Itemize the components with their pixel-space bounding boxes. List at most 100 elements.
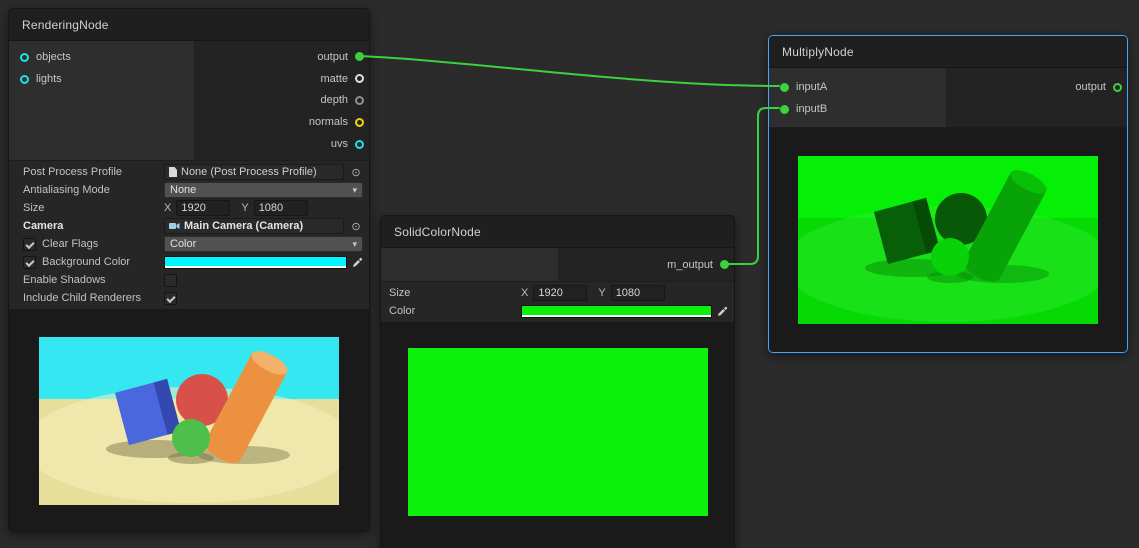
port-lights[interactable] [20,75,29,84]
prop-color: Color [381,302,734,320]
port-row-matte: matte [194,68,369,90]
output-ports-panel: output matte depth normals uvs [194,41,369,160]
port-row-depth: depth [194,90,369,112]
prop-include-child-renderers: Include Child Renderers [9,289,369,307]
render-preview-image [39,337,339,505]
port-label: depth [320,94,348,106]
port-row-output: output [194,46,369,68]
rendering-node[interactable]: RenderingNode objects lights output [8,8,370,532]
rendering-node-properties: Post Process Profile None (Post Process … [9,161,369,309]
port-row-uvs: uvs [194,133,369,155]
object-picker-icon[interactable]: ⊙ [349,220,363,233]
enable-shadows-checkbox[interactable] [164,274,177,287]
green-sphere [172,419,210,457]
size-y-input[interactable] [611,285,665,301]
multiply-node-header[interactable]: MultiplyNode [769,36,1127,68]
port-depth[interactable] [355,96,364,105]
post-process-profile-field[interactable]: None (Post Process Profile) [164,164,344,180]
solid-color-node-title: SolidColorNode [394,225,481,239]
multiply-scene [798,156,1098,324]
multiply-node-preview [769,128,1127,352]
x-axis-label: X [521,287,528,299]
prop-camera: Camera Main Camera (Camera) ⊙ [9,217,369,235]
rendering-node-title: RenderingNode [22,18,109,32]
chevron-down-icon: ▾ [352,239,357,250]
port-output[interactable] [1113,83,1122,92]
input-ports-panel [381,248,558,281]
clear-flags-dropdown[interactable]: Color ▾ [164,236,363,252]
port-matte[interactable] [355,74,364,83]
port-inputA[interactable] [780,83,789,92]
y-axis-label: Y [241,202,248,214]
solid-color-preview-image [408,348,708,516]
port-label: inputB [796,103,827,115]
port-row-lights: lights [9,68,194,90]
prop-post-process-profile: Post Process Profile None (Post Process … [9,163,369,181]
port-inputB[interactable] [780,105,789,114]
alpha-bar [522,315,711,317]
background-color-swatch[interactable] [164,256,347,269]
include-child-renderers-checkbox[interactable] [164,292,177,305]
port-normals[interactable] [355,118,364,127]
background-color-checkbox[interactable] [23,256,36,269]
input-ports-panel: inputA inputB [769,68,946,127]
edge-rendering-output-to-multiply-inputA[interactable] [361,56,780,86]
port-uvs[interactable] [355,140,364,149]
solid-color-node-header[interactable]: SolidColorNode [381,216,734,248]
camera-icon [169,222,180,230]
prop-antialiasing-mode: Antialiasing Mode None ▾ [9,181,369,199]
port-label: normals [309,116,348,128]
multiply-node-ports: inputA inputB output [769,68,1127,128]
prop-clear-flags: Clear Flags Color ▾ [9,235,369,253]
port-label: lights [36,73,62,85]
port-row-objects: objects [9,46,194,68]
multiply-preview-image [798,156,1098,324]
x-axis-label: X [164,202,171,214]
prop-background-color: Background Color [9,253,369,271]
document-icon [169,167,177,177]
chevron-down-icon: ▾ [352,185,357,196]
rendering-node-preview [9,309,369,531]
object-picker-icon[interactable]: ⊙ [349,166,363,179]
port-row-inputB: inputB [769,98,946,120]
camera-field[interactable]: Main Camera (Camera) [164,218,344,234]
eyedropper-icon[interactable] [352,257,363,268]
clear-flags-checkbox[interactable] [23,238,36,251]
multiply-node-title: MultiplyNode [782,45,854,59]
size-x-input[interactable] [533,285,587,301]
port-row-output: output [946,76,1127,98]
port-row-normals: normals [194,111,369,133]
eyedropper-icon[interactable] [717,306,728,317]
port-objects[interactable] [20,53,29,62]
input-ports-panel: objects lights [9,41,194,160]
port-label: uvs [331,138,348,150]
color-swatch[interactable] [521,305,712,318]
port-row-inputA: inputA [769,76,946,98]
solid-color-node-preview [381,322,734,548]
solid-color-node-properties: Size X Y Color [381,282,734,322]
port-label: matte [320,73,348,85]
solid-color-node[interactable]: SolidColorNode m_output Size X Y [380,215,735,548]
node-graph-canvas[interactable]: RenderingNode objects lights output [0,0,1139,548]
y-axis-label: Y [598,287,605,299]
port-label: m_output [667,259,713,271]
port-label: output [317,51,348,63]
rendering-node-header[interactable]: RenderingNode [9,9,369,41]
render-scene [39,337,339,505]
prop-size: Size X Y [381,284,734,302]
size-y-input[interactable] [254,200,308,216]
prop-size: Size X Y [9,199,369,217]
multiply-node[interactable]: MultiplyNode inputA inputB output [768,35,1128,353]
port-label: output [1075,81,1106,93]
solid-color-node-ports: m_output [381,248,734,282]
prop-enable-shadows: Enable Shadows [9,271,369,289]
antialiasing-mode-dropdown[interactable]: None ▾ [164,182,363,198]
size-x-input[interactable] [176,200,230,216]
port-label: inputA [796,81,827,93]
port-label: objects [36,51,71,63]
output-ports-panel: output [946,68,1127,127]
port-row-m-output: m_output [558,254,734,275]
green-sphere [931,238,969,276]
alpha-bar [165,266,346,268]
rendering-node-ports: objects lights output matte depth [9,41,369,161]
